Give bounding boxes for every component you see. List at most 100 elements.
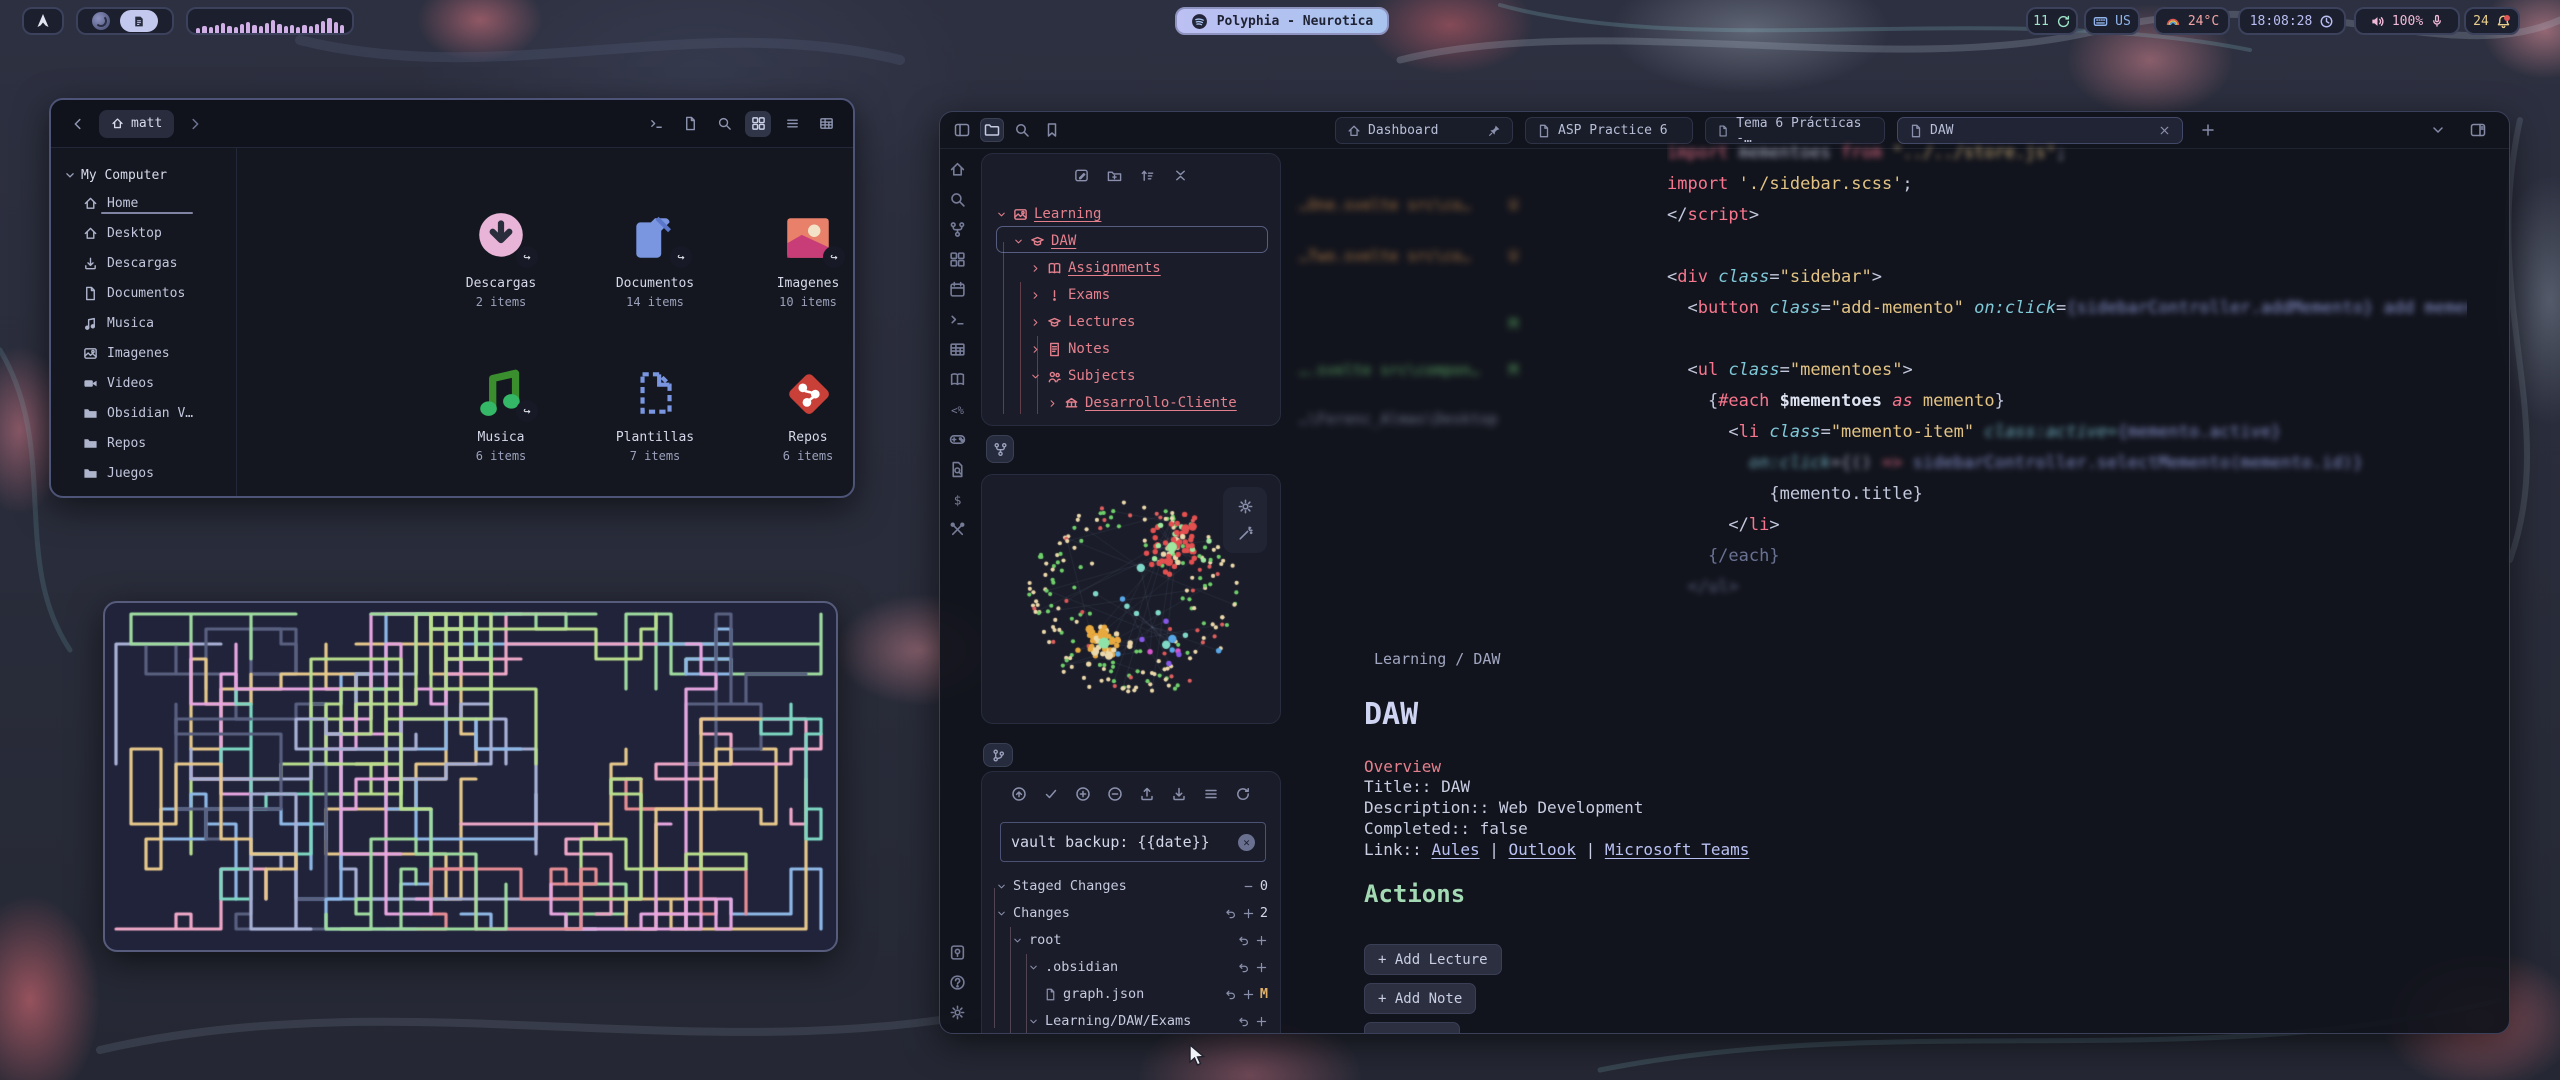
graph-filter-button[interactable]	[1237, 525, 1254, 542]
list-view-button[interactable]	[779, 111, 805, 137]
ribbon-file-search-button[interactable]	[949, 461, 966, 478]
back-button[interactable]	[65, 111, 91, 137]
status-widget-notifications[interactable]: 24	[2464, 7, 2520, 35]
status-widget-volume[interactable]: 100%	[2354, 7, 2460, 35]
local-graph-button[interactable]	[986, 435, 1014, 463]
note-title[interactable]: DAW	[1364, 697, 1418, 732]
undo-icon[interactable]	[1237, 1015, 1250, 1028]
sidebar-item-imagenes[interactable]: Imagenes	[51, 338, 236, 368]
ribbon-gamepad-button[interactable]	[949, 431, 966, 448]
undo-icon[interactable]	[1237, 961, 1250, 974]
ribbon-home-button[interactable]	[949, 161, 966, 178]
plus-icon[interactable]	[1255, 934, 1268, 947]
minus-icon[interactable]	[1242, 880, 1255, 893]
plus-icon[interactable]	[1242, 988, 1255, 1001]
files-button[interactable]	[980, 118, 1004, 142]
open-terminal-button[interactable]	[643, 111, 669, 137]
git-row-graph.json[interactable]: graph.jsonM	[1044, 982, 1144, 1006]
tree-item-learning[interactable]: Learning	[996, 201, 1101, 227]
graph-view-panel[interactable]	[981, 474, 1281, 724]
status-widget-clock[interactable]: 18:08:28	[2238, 7, 2346, 35]
sidebar-item-musica[interactable]: Musica	[51, 308, 236, 338]
status-widget-updates[interactable]: 11	[2026, 7, 2078, 35]
toggle-left-sidebar-button[interactable]	[950, 118, 974, 142]
git-row-changes[interactable]: Changes2	[996, 901, 1070, 925]
ribbon-search-button[interactable]	[949, 191, 966, 208]
note-breadcrumb[interactable]: Learning / DAW	[1374, 650, 1500, 668]
file-item-images[interactable]: ↪Imagenes10 items	[743, 208, 855, 309]
undo-icon[interactable]	[1237, 934, 1250, 947]
status-widget-keyboard-layout[interactable]: US	[2084, 7, 2140, 35]
clipped-action-button[interactable]	[1364, 1022, 1460, 1034]
plus-icon[interactable]	[1242, 907, 1255, 920]
ribbon-git-fork-button[interactable]	[949, 221, 966, 238]
global-search-button[interactable]	[1010, 118, 1034, 142]
sidebar-root[interactable]: My Computer	[51, 162, 236, 188]
ribbon-help-button[interactable]	[949, 974, 966, 991]
bookmarks-button[interactable]	[1040, 118, 1064, 142]
ribbon-calendar-button[interactable]	[949, 281, 966, 298]
sidebar-item-obsidianv[interactable]: Obsidian V…	[51, 398, 236, 428]
git-row-learning-daw-exams[interactable]: Learning/DAW/Exams	[1028, 1009, 1191, 1033]
sidebar-item-documentos[interactable]: Documentos	[51, 278, 236, 308]
active-workspace-notes[interactable]	[120, 10, 158, 32]
notifications-value: 24	[2473, 14, 2489, 29]
undo-icon[interactable]	[1224, 988, 1237, 1001]
note-link-aules[interactable]: Aules	[1431, 840, 1479, 859]
workspace-switcher[interactable]	[76, 7, 174, 35]
git-row-staged-changes[interactable]: Staged Changes0	[996, 874, 1127, 898]
sidebar-item-juegos[interactable]: Juegos	[51, 458, 236, 488]
ribbon-book-open-button[interactable]	[949, 371, 966, 388]
status-widget-weather[interactable]: 24°C	[2154, 7, 2230, 35]
plus-icon[interactable]	[1255, 1015, 1268, 1028]
tree-item-desarrollo-cliente[interactable]: Desarrollo-Cliente	[1047, 390, 1237, 416]
graph-settings-button[interactable]	[1237, 498, 1254, 515]
undo-icon[interactable]	[1224, 907, 1237, 920]
git-row-root[interactable]: root	[1012, 928, 1062, 952]
ribbon-layout-grid-button[interactable]	[949, 251, 966, 268]
action-button--add-lecture[interactable]: + Add Lecture	[1364, 944, 1502, 975]
tree-item-subjects[interactable]: Subjects	[1030, 363, 1135, 389]
tree-item-exams[interactable]: Exams	[1030, 282, 1110, 308]
git-row-label: Learning/DAW/Exams	[1045, 1013, 1191, 1029]
sidebar-item-videos[interactable]: Videos	[51, 368, 236, 398]
ribbon-gear-button[interactable]	[949, 1004, 966, 1021]
tab-dashboard[interactable]: Dashboard	[1335, 117, 1513, 144]
new-file-button[interactable]	[677, 111, 703, 137]
file-item-music[interactable]: ↪Musica6 items	[436, 362, 566, 463]
ribbon-tools-button[interactable]	[949, 521, 966, 538]
ribbon-code-template-button[interactable]: <%	[949, 401, 966, 418]
note-link-outlook[interactable]: Outlook	[1509, 840, 1576, 859]
action-button--add-note[interactable]: + Add Note	[1364, 983, 1476, 1014]
plus-icon[interactable]	[1255, 961, 1268, 974]
tree-item-assignments[interactable]: Assignments	[1030, 255, 1161, 281]
launcher-button[interactable]	[22, 7, 64, 35]
forward-button[interactable]	[182, 111, 208, 137]
file-item-git[interactable]: Repos6 items	[743, 362, 855, 463]
ribbon-vault-button[interactable]	[949, 944, 966, 961]
grid-view-button[interactable]	[745, 111, 771, 137]
file-item-templates[interactable]: Plantillas7 items	[590, 362, 720, 463]
ribbon-dollar-button[interactable]: $	[949, 491, 966, 508]
file-item-documents[interactable]: ↪Documentos14 items	[590, 208, 720, 309]
sidebar-item-repos[interactable]: Repos	[51, 428, 236, 458]
sidebar-item-descargas[interactable]: Descargas	[51, 248, 236, 278]
breadcrumb[interactable]: matt	[99, 110, 174, 138]
git-row-.obsidian[interactable]: .obsidian	[1028, 955, 1118, 979]
sidebar-item-home[interactable]: Home	[51, 188, 236, 218]
layout-grid-icon	[949, 251, 966, 268]
tree-item-notes[interactable]: Notes	[1030, 336, 1110, 362]
compact-view-button[interactable]	[813, 111, 839, 137]
sidebar-item-desktop[interactable]: Desktop	[51, 218, 236, 248]
firefox-icon[interactable]	[92, 12, 110, 30]
search-button[interactable]	[711, 111, 737, 137]
tree-item-lectures[interactable]: Lectures	[1030, 309, 1135, 335]
media-widget[interactable]: Polyphia - Neurotica	[1175, 7, 1389, 35]
ribbon-terminal-button[interactable]	[949, 311, 966, 328]
ribbon-table-button[interactable]	[949, 341, 966, 358]
git-row-label: .obsidian	[1045, 959, 1118, 975]
git-button[interactable]	[983, 743, 1013, 767]
toggle-right-sidebar-button[interactable]	[2466, 118, 2490, 142]
note-link-microsoft-teams[interactable]: Microsoft Teams	[1605, 840, 1750, 859]
file-item-downloads[interactable]: ↪Descargas2 items	[436, 208, 566, 309]
